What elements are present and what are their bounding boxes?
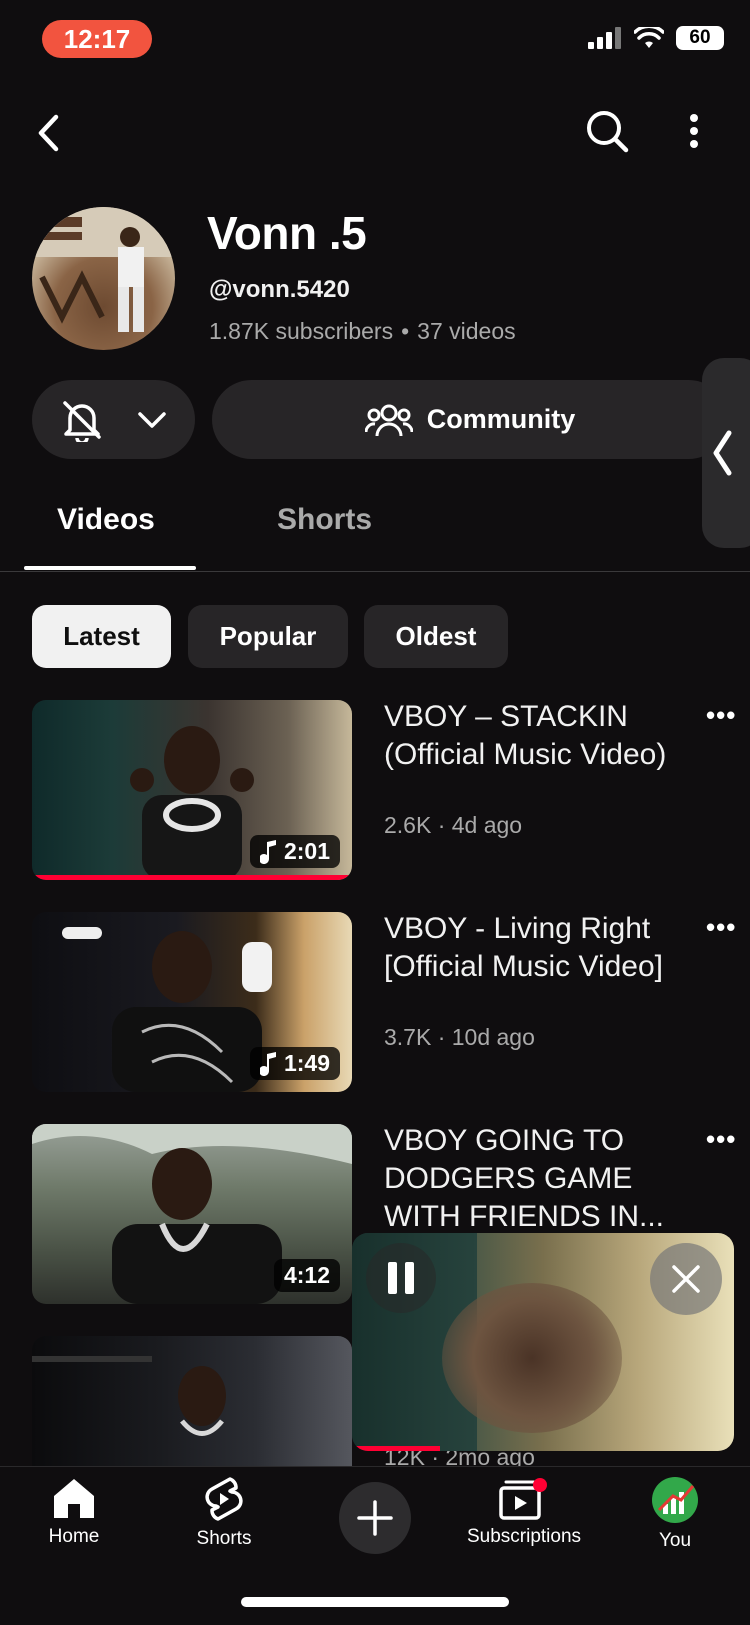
duration-badge: 2:01: [249, 835, 340, 868]
chip-popular[interactable]: Popular: [188, 605, 348, 668]
side-panel-handle[interactable]: [702, 358, 750, 548]
battery-indicator: 60: [676, 26, 724, 50]
duration-badge: 1:49: [249, 1047, 340, 1080]
bell-off-icon: [63, 400, 101, 442]
create-button[interactable]: [339, 1482, 411, 1554]
video-meta: 3.7K · 10d ago: [384, 1024, 535, 1050]
video-thumbnail[interactable]: 2:01: [32, 700, 352, 880]
nav-you-label: You: [658, 1530, 692, 1551]
channel-handle: @vonn.5420: [209, 276, 350, 303]
meta-separator: •: [401, 318, 410, 344]
video-count: 37 videos: [417, 318, 516, 344]
music-note-icon: [259, 839, 276, 864]
community-label: Community: [426, 404, 576, 434]
thumbnail-image: [32, 1356, 226, 1436]
search-button[interactable]: [582, 106, 632, 156]
pause-icon: [388, 1262, 414, 1294]
nav-subscriptions-label: Subscriptions: [466, 1526, 582, 1547]
close-mini-player-button[interactable]: [650, 1243, 722, 1315]
avatar-image: [32, 207, 175, 332]
active-tab-indicator: [24, 566, 196, 570]
tab-shorts[interactable]: Shorts: [277, 503, 372, 537]
wifi-icon: [634, 27, 664, 48]
chevron-left-icon: [38, 114, 59, 152]
music-note-icon: [259, 1051, 276, 1076]
nav-you[interactable]: You: [610, 1476, 740, 1552]
video-title[interactable]: VBOY - Living Right [Official Music Vide…: [384, 910, 694, 986]
video-more-button[interactable]: •••: [706, 1124, 736, 1155]
nav-home[interactable]: Home: [9, 1476, 139, 1548]
watched-progress-bar: [32, 875, 352, 880]
subscriptions-icon: [499, 1478, 547, 1520]
duration-badge: 4:12: [273, 1259, 340, 1292]
tabs-divider: [0, 571, 750, 572]
channel-name: Vonn .5: [207, 207, 367, 259]
nav-shorts[interactable]: Shorts: [159, 1476, 289, 1550]
video-duration: 4:12: [283, 1262, 330, 1288]
shorts-icon: [205, 1477, 243, 1521]
chevron-down-icon: [138, 411, 166, 428]
video-more-button[interactable]: •••: [706, 700, 736, 731]
video-thumbnail[interactable]: 4:12: [32, 1124, 352, 1304]
status-icons: 60: [588, 26, 724, 50]
nav-subscriptions[interactable]: Subscriptions: [459, 1476, 589, 1548]
notifications-button[interactable]: [32, 380, 195, 459]
channel-meta: 1.87K subscribers • 37 videos: [209, 318, 516, 345]
community-icon: [364, 404, 413, 436]
search-icon: [587, 111, 629, 153]
home-icon: [54, 1479, 94, 1518]
video-title[interactable]: VBOY GOING TO DODGERS GAME WITH FRIENDS …: [384, 1122, 684, 1236]
cellular-signal-icon: [588, 27, 621, 49]
nav-shorts-label: Shorts: [196, 1528, 252, 1549]
nav-home-label: Home: [48, 1526, 100, 1547]
mini-player-progress: [352, 1446, 440, 1451]
chip-oldest[interactable]: Oldest: [364, 605, 508, 668]
subscriber-count: 1.87K subscribers: [209, 318, 394, 344]
back-button[interactable]: [26, 108, 70, 158]
mini-player-subject: [442, 1283, 622, 1433]
video-thumbnail[interactable]: 1:49: [32, 912, 352, 1092]
home-indicator: [241, 1597, 509, 1607]
community-button[interactable]: Community: [212, 380, 728, 459]
video-more-button[interactable]: •••: [706, 912, 736, 943]
tab-videos[interactable]: Videos: [57, 503, 155, 537]
video-title[interactable]: VBOY – STACKIN (Official Music Video): [384, 698, 684, 774]
plus-icon: [357, 1500, 393, 1536]
chevron-left-icon: [713, 430, 732, 476]
video-meta: 2.6K · 4d ago: [384, 812, 523, 838]
avatar: [652, 1477, 698, 1523]
more-vertical-icon: [690, 114, 698, 148]
video-duration: 1:49: [283, 1050, 330, 1076]
video-thumbnail[interactable]: [32, 1336, 352, 1466]
channel-avatar[interactable]: [32, 207, 175, 350]
pause-button[interactable]: [366, 1243, 436, 1313]
chip-latest[interactable]: Latest: [32, 605, 171, 668]
mini-player[interactable]: [352, 1233, 734, 1451]
status-time: 12:17: [42, 20, 152, 58]
close-icon: [672, 1265, 700, 1293]
more-options-button[interactable]: [676, 106, 712, 156]
video-duration: 2:01: [283, 838, 330, 864]
